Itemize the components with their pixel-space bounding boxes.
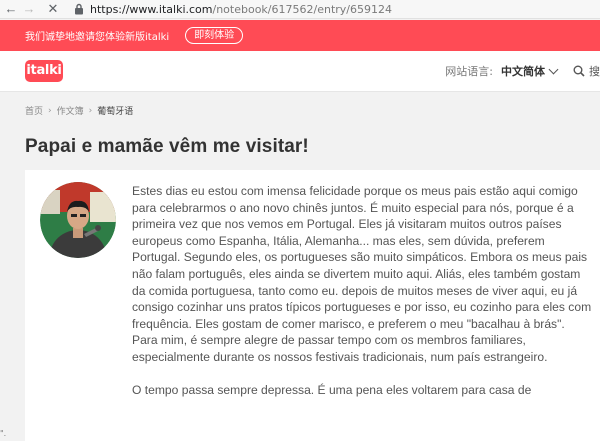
breadcrumb-home[interactable]: 首页 [25, 104, 43, 117]
site-header: italki 网站语言: 中文简体 搜 [0, 51, 600, 92]
back-arrow-icon[interactable]: ← [4, 2, 18, 16]
lock-icon[interactable] [74, 3, 84, 15]
language-select[interactable]: 中文简体 [501, 63, 559, 79]
forward-arrow-icon[interactable]: → [22, 2, 36, 16]
entry-card: Estes dias eu estou com imensa felicidad… [25, 170, 600, 441]
search-label: 搜 [589, 65, 600, 78]
search-icon [573, 65, 585, 77]
entry-body: Estes dias eu estou com imensa felicidad… [132, 183, 592, 415]
entry-paragraph: Estes dias eu estou com imensa felicidad… [132, 184, 592, 364]
search-button[interactable]: 搜 [573, 63, 600, 79]
url-path: /notebook/617562/entry/659124 [212, 2, 393, 16]
breadcrumb-separator: › [88, 105, 93, 116]
author-avatar[interactable] [40, 182, 116, 258]
breadcrumb-separator: › [48, 105, 52, 116]
language-value: 中文简体 [501, 65, 545, 78]
promo-text: 我们诚挚地邀请您体验新版italki [25, 32, 170, 43]
chevron-down-icon [548, 64, 559, 74]
try-now-button[interactable]: 即刻体验 [185, 27, 244, 44]
italki-logo[interactable]: italki [25, 60, 63, 82]
site-language-label: 网站语言: [445, 65, 493, 78]
address-bar[interactable]: https://www.italki.com/notebook/617562/e… [90, 3, 392, 16]
entry-paragraph: O tempo passa sempre depressa. É uma pen… [132, 383, 532, 398]
breadcrumb-current[interactable]: 葡萄牙语 [97, 104, 133, 117]
page-title: Papai e mamãe vêm me visitar! [25, 136, 309, 157]
stop-loading-icon[interactable]: ✕ [46, 2, 60, 16]
breadcrumb-notebook[interactable]: 作文簿 [57, 104, 84, 117]
url-host: https://www.italki.com [90, 2, 213, 16]
breadcrumb: 首页 › 作文簿 › 葡萄牙语 [25, 104, 133, 118]
browser-toolbar: ← → ✕ https://www.italki.com/notebook/61… [0, 0, 600, 19]
status-text: ". [0, 429, 7, 438]
promo-banner: 我们诚挚地邀请您体验新版italki 即刻体验 [0, 20, 600, 51]
